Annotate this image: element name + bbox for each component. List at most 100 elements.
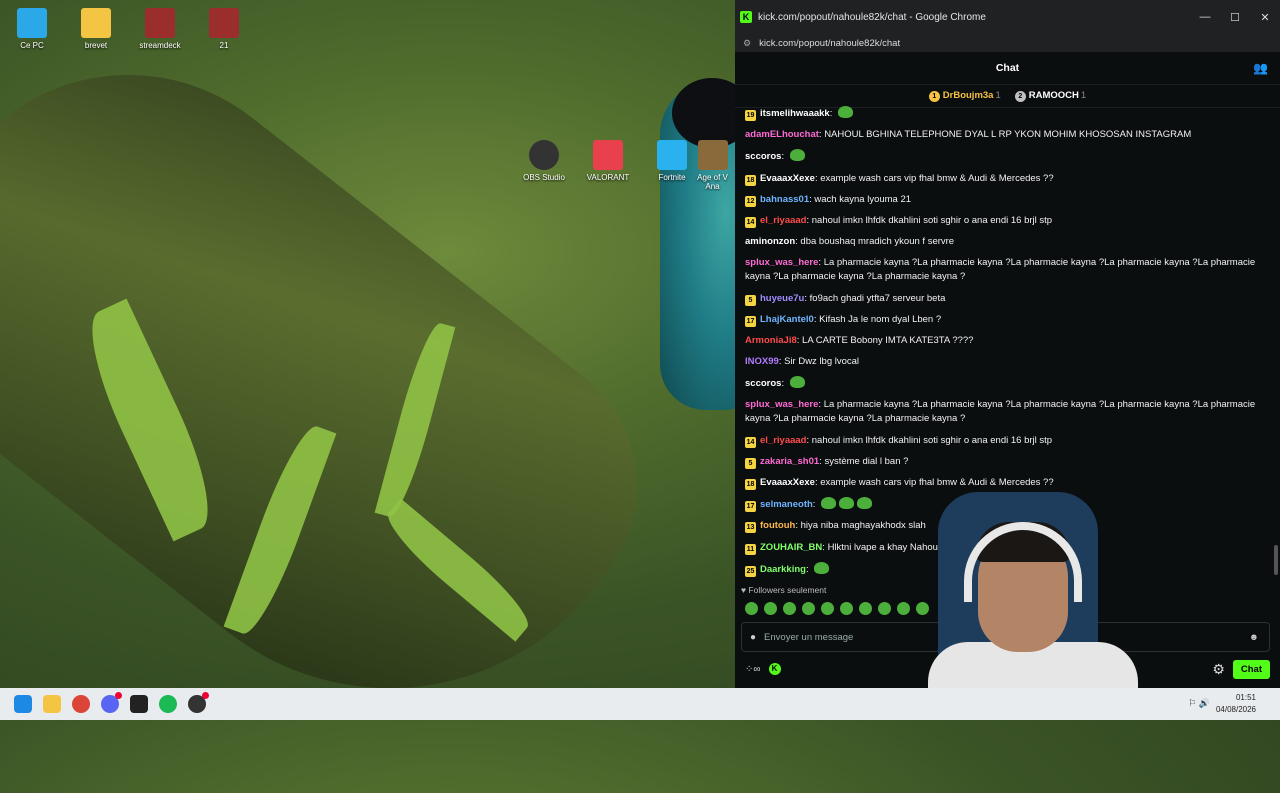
emoji-icon[interactable]: ☻ xyxy=(1249,632,1259,643)
desktop-icon-ce-pc[interactable]: Ce PC xyxy=(0,8,64,50)
chat-message[interactable]: 5 zakaria_sh01: système dial l ban ? xyxy=(745,455,1264,469)
webcam-overlay xyxy=(908,492,1164,688)
chat-text: LA CARTE Bobony IMTA KATE3TA ???? xyxy=(802,334,974,346)
chat-message[interactable]: 12 bahnass01: wach kayna lyouma 21 xyxy=(745,193,1264,207)
chat-username[interactable]: LhajKantel0 xyxy=(760,314,814,325)
minimize-button[interactable]: — xyxy=(1190,11,1220,24)
emote-icon[interactable] xyxy=(859,602,872,615)
obs-taskbar-icon[interactable] xyxy=(188,692,209,713)
emote-icon[interactable] xyxy=(821,602,834,615)
emote-icon[interactable] xyxy=(840,602,853,615)
pepe-emote-icon xyxy=(857,497,873,510)
chat-message[interactable]: 14 el_riyaaad: nahoul imkn lhfdk dkahlini… xyxy=(745,434,1264,448)
archive-icon xyxy=(209,8,239,38)
chat-message[interactable]: splux_was_here: La pharmacie kayna ?La p… xyxy=(745,256,1264,284)
desktop-icon-obs[interactable]: OBS Studio xyxy=(512,140,576,182)
leader-entry[interactable]: 1 DrBoujm3a 1 xyxy=(928,90,1001,102)
file-explorer-icon[interactable] xyxy=(43,695,61,713)
subscriber-badge: 12 xyxy=(745,195,756,207)
chat-username[interactable]: el_riyaaad xyxy=(760,435,806,446)
kick-points-icon[interactable]: K xyxy=(768,663,781,675)
wallpaper-branch xyxy=(0,0,693,793)
chat-message[interactable]: 14 el_riyaaad: nahoul imkn lhfdk dkahlini… xyxy=(745,214,1264,228)
taskbar: ⚐ 🔊 01:51 04/08/2026 xyxy=(0,688,1280,720)
kick-icon: K xyxy=(740,11,752,23)
desktop-icon-streamdeck[interactable]: streamdeck xyxy=(128,8,192,50)
emote-icon[interactable] xyxy=(802,602,815,615)
chat-username[interactable]: aminonzon xyxy=(745,236,795,247)
chat-text: nahoul imkn lhfdk dkahlini soti sghir o … xyxy=(811,214,1053,226)
tray-icons[interactable]: ⚐ 🔊 xyxy=(1188,698,1210,709)
desktop-icon-label: brevet xyxy=(84,41,108,50)
desktop-icon-valorant[interactable]: VALORANT xyxy=(576,140,640,182)
folder-icon xyxy=(81,8,111,38)
chat-message[interactable]: INOX99: Sir Dwz lbg lvocal xyxy=(745,355,1264,369)
site-info-icon[interactable]: ⚙ xyxy=(743,38,751,49)
chat-username[interactable]: adamELhouchat xyxy=(745,129,819,140)
chat-message[interactable]: 19 itsmelihwaaakk: xyxy=(745,106,1264,121)
chrome-icon[interactable] xyxy=(72,695,90,713)
desktop-icon-label: Fortnite xyxy=(658,173,686,182)
desktop-icon-label: VALORANT xyxy=(586,173,630,182)
obs-icon xyxy=(529,140,559,170)
pepe-emote-icon xyxy=(839,497,855,510)
chat-username[interactable]: bahnass01 xyxy=(760,194,809,205)
chat-message[interactable]: 17 LhajKantel0: Kifash Ja le nom dyal Lbe… xyxy=(745,313,1264,327)
emote-bar[interactable] xyxy=(745,602,929,615)
chat-message[interactable]: 18 EvaaaxXexe: example wash cars vip fhal… xyxy=(745,476,1264,490)
leader-entry[interactable]: 2 RAMOOCH 1 xyxy=(1014,90,1086,102)
chat-username[interactable]: sccoros xyxy=(745,151,781,162)
chat-username[interactable]: foutouh xyxy=(760,520,795,531)
chat-message[interactable]: aminonzon: dba boushaq mradich ykoun f s… xyxy=(745,235,1264,249)
desktop-icon-age[interactable]: Age of V Ana xyxy=(690,140,735,191)
users-icon[interactable]: 👥 xyxy=(1253,61,1268,75)
chat-username[interactable]: ArmoniaJi8 xyxy=(745,335,797,346)
subscriber-badge: 5 xyxy=(745,294,756,306)
chat-username[interactable]: INOX99 xyxy=(745,356,779,367)
chat-username[interactable]: EvaaaxXexe xyxy=(760,173,815,184)
chat-message[interactable]: adamELhouchat: NAHOUL BGHINA TELEPHONE D… xyxy=(745,128,1264,142)
chat-message[interactable]: sccoros: xyxy=(745,376,1264,391)
archive-icon xyxy=(145,8,175,38)
chat-username[interactable]: el_riyaaad xyxy=(760,215,806,226)
chat-username[interactable]: Daarkking xyxy=(760,564,806,575)
followers-label: Followers seulement xyxy=(748,585,827,595)
maximize-button[interactable]: ☐ xyxy=(1220,11,1250,24)
points-icon[interactable]: ⁘∞ xyxy=(745,664,761,675)
chat-username[interactable]: sccoros xyxy=(745,378,781,389)
url-bar[interactable]: ⚙ kick.com/popout/nahoule82k/chat xyxy=(735,34,1280,52)
desktop-icon-21[interactable]: 21 xyxy=(192,8,256,50)
chat-message[interactable]: ArmoniaJi8: LA CARTE Bobony IMTA KATE3TA… xyxy=(745,334,1264,348)
chat-username[interactable]: ZOUHAIR_BN xyxy=(760,542,822,553)
chat-message[interactable]: 18 EvaaaxXexe: example wash cars vip fhal… xyxy=(745,172,1264,186)
capcut-icon[interactable] xyxy=(130,695,148,713)
discord-icon[interactable] xyxy=(101,692,122,713)
chat-username[interactable]: huyeue7u xyxy=(760,293,804,304)
emote-icon[interactable] xyxy=(783,602,796,615)
chat-username[interactable]: itsmelihwaaakk xyxy=(760,108,830,119)
close-button[interactable]: ✕ xyxy=(1250,11,1280,24)
followers-only-notice: ♥ Followers seulement xyxy=(741,585,826,595)
chat-username[interactable]: splux_was_here xyxy=(745,257,818,268)
chat-username[interactable]: splux_was_here xyxy=(745,399,818,410)
chat-message[interactable]: splux_was_here: La pharmacie kayna ?La p… xyxy=(745,398,1264,426)
chat-scrollbar[interactable] xyxy=(1274,545,1278,575)
desktop-icon-label: Age of V Ana xyxy=(697,173,728,191)
chat-username[interactable]: zakaria_sh01 xyxy=(760,456,819,467)
message-placeholder: Envoyer un message xyxy=(764,631,854,643)
emote-icon[interactable] xyxy=(878,602,891,615)
desktop-icon-brevet[interactable]: brevet xyxy=(64,8,128,50)
pepe-emote-icon xyxy=(789,376,805,389)
subscriber-badge: 14 xyxy=(745,436,756,448)
chat-message[interactable]: 5 huyeue7u: fo9ach ghadi ytfta7 serveur b… xyxy=(745,292,1264,306)
clock[interactable]: 01:51 04/08/2026 xyxy=(1216,692,1256,716)
emote-icon[interactable] xyxy=(764,602,777,615)
spotify-icon[interactable] xyxy=(159,695,177,713)
chat-username[interactable]: selmaneoth xyxy=(760,499,813,510)
settings-gear-icon[interactable]: ⚙ xyxy=(1212,661,1225,678)
chat-send-button[interactable]: Chat xyxy=(1232,659,1270,679)
chat-message[interactable]: sccoros: xyxy=(745,149,1264,164)
windows-start-icon[interactable] xyxy=(14,695,32,713)
chat-username[interactable]: EvaaaxXexe xyxy=(760,477,815,488)
emote-icon[interactable] xyxy=(745,602,758,615)
